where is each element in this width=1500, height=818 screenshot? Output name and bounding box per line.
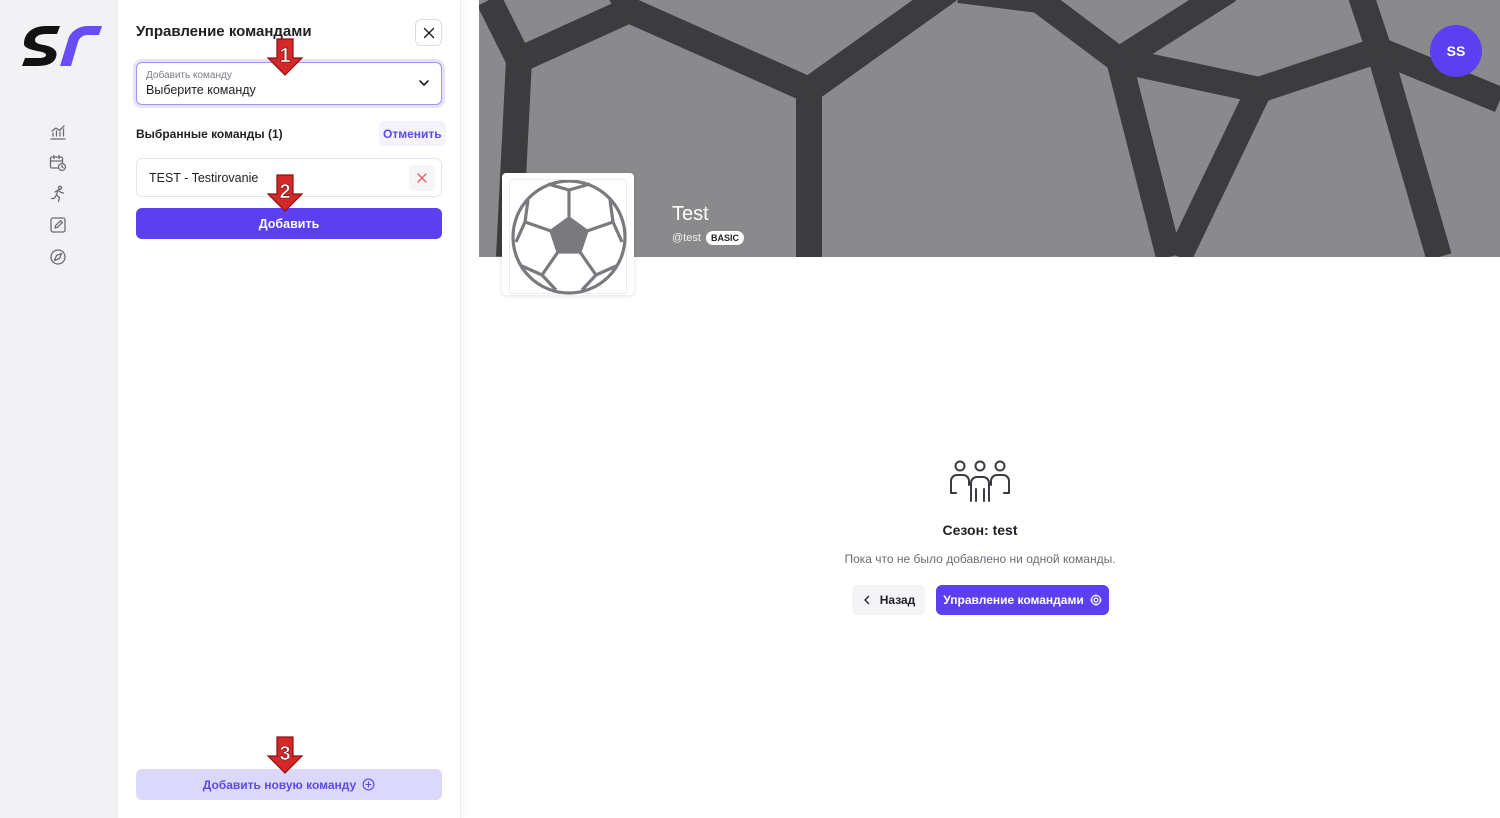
team-logo-card xyxy=(502,173,634,295)
remove-team-button[interactable] xyxy=(409,165,435,191)
left-rail xyxy=(0,0,118,818)
app-logo[interactable] xyxy=(20,14,104,68)
runner-icon[interactable] xyxy=(48,184,68,204)
add-new-team-label: Добавить новую команду xyxy=(202,777,357,792)
plan-badge: BASIC xyxy=(706,231,745,245)
step-number-1: 1 xyxy=(279,45,290,67)
calendar-clock-icon[interactable] xyxy=(48,153,68,173)
close-icon xyxy=(423,27,434,38)
manage-teams-label: Управление командами xyxy=(943,593,1084,607)
step-marker-3: 3 xyxy=(266,736,304,774)
manage-teams-button[interactable]: Управление командами xyxy=(936,585,1109,615)
soccer-ball-icon xyxy=(511,179,627,295)
selected-teams-title: Выбранные команды (1) xyxy=(136,127,283,141)
step-marker-2: 2 xyxy=(266,174,304,212)
back-button[interactable]: Назад xyxy=(852,585,925,615)
step-number-3: 3 xyxy=(279,743,290,765)
chevron-left-icon xyxy=(864,595,869,605)
team-handle: @test xyxy=(672,232,701,244)
step-marker-1: 1 xyxy=(266,38,304,76)
team-logo xyxy=(509,179,627,295)
team-group-icon xyxy=(950,460,1010,502)
cancel-button[interactable]: Отменить xyxy=(379,121,446,146)
user-avatar[interactable]: SS xyxy=(1430,25,1482,77)
team-name: Test xyxy=(672,203,709,225)
back-button-label: Назад xyxy=(879,593,916,607)
empty-state-description: Пока что не было добавлено ни одной кома… xyxy=(844,552,1116,566)
step-number-2: 2 xyxy=(279,181,290,203)
manage-teams-panel: Управление командами Добавить команду Вы… xyxy=(118,0,461,818)
edit-icon[interactable] xyxy=(48,215,68,235)
close-icon xyxy=(417,173,427,183)
navigation-icon[interactable] xyxy=(48,247,68,267)
close-button[interactable] xyxy=(415,19,442,46)
chart-icon[interactable] xyxy=(48,122,68,142)
add-button[interactable]: Добавить xyxy=(136,208,442,239)
plus-circle-icon xyxy=(362,778,375,791)
chevron-down-icon xyxy=(419,80,429,86)
add-team-select-value: Выберите команду xyxy=(146,83,256,97)
empty-state-title: Сезон: test xyxy=(942,522,1018,538)
gear-icon xyxy=(1089,594,1102,606)
selected-team-label: TEST - Testirovanie xyxy=(149,171,259,185)
add-team-select-label: Добавить команду xyxy=(146,70,232,81)
